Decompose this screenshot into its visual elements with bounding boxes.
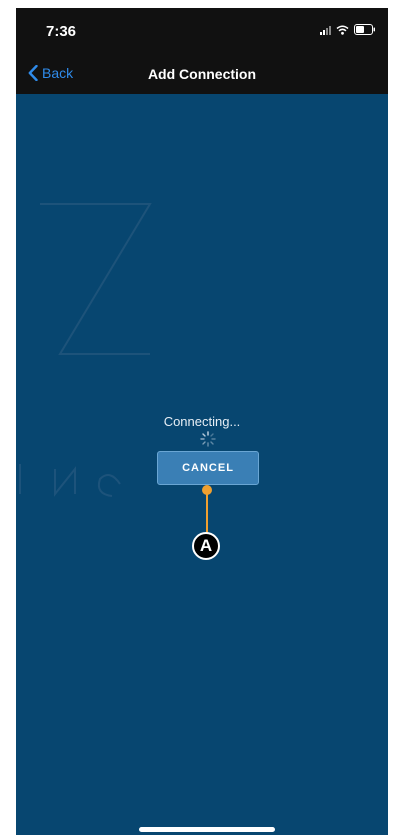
cancel-button[interactable]: CANCEL — [157, 451, 259, 485]
connection-panel: Connecting... CANCEL A — [16, 94, 388, 835]
home-indicator[interactable] — [139, 827, 275, 832]
phone-screen: 7:36 Back Add Connection Connecting... C… — [16, 8, 388, 835]
wifi-icon — [336, 25, 349, 35]
callout-line — [206, 489, 208, 537]
callout-dot — [202, 485, 212, 495]
callout-badge: A — [192, 532, 220, 560]
status-bar: 7:36 — [16, 8, 388, 54]
loading-spinner-icon — [200, 431, 216, 447]
status-icons — [320, 24, 376, 35]
page: 7:36 Back Add Connection Connecting... C… — [0, 0, 400, 835]
signal-icon — [320, 25, 331, 35]
navigation-bar: Back Add Connection — [16, 54, 388, 94]
connecting-status: Connecting... — [163, 414, 241, 429]
page-title: Add Connection — [147, 66, 257, 82]
status-time: 7:36 — [46, 23, 77, 40]
battery-icon — [354, 24, 376, 35]
watermark-logo — [19, 203, 152, 497]
